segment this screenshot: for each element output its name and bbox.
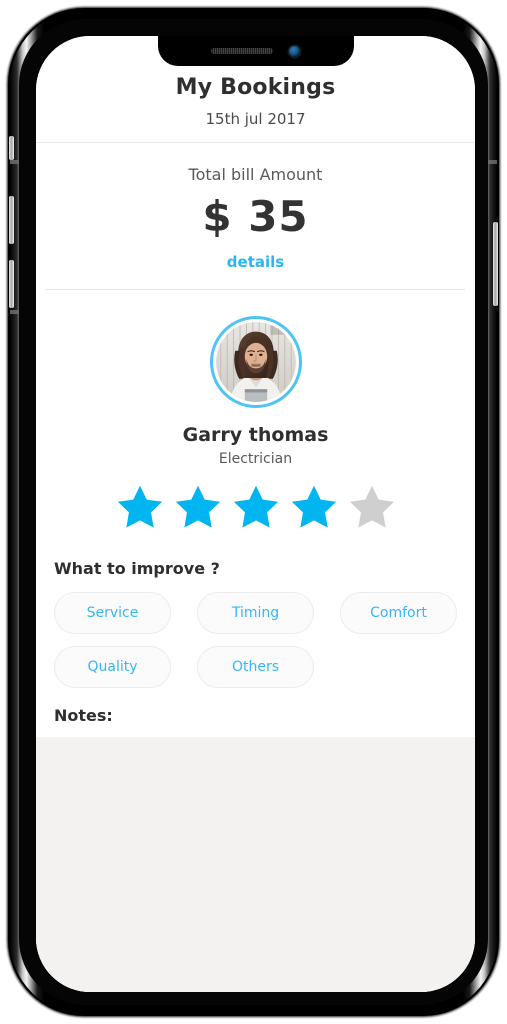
earpiece-speaker-icon xyxy=(211,48,273,54)
notes-input[interactable] xyxy=(36,736,475,992)
page-title: My Bookings xyxy=(175,75,336,100)
booking-review-app: My Bookings 15th jul 2017 Total bill Amo… xyxy=(36,36,475,992)
bill-label: Total bill Amount xyxy=(188,164,323,184)
improve-chip-group: Service Timing Comfort Quality Others xyxy=(54,591,457,688)
avatar[interactable] xyxy=(209,315,302,408)
bill-amount-value: $ 35 xyxy=(202,191,309,241)
rating-star-group[interactable] xyxy=(36,481,475,533)
star-filled-icon[interactable] xyxy=(229,481,283,533)
star-filled-icon[interactable] xyxy=(171,481,225,533)
notes-label: Notes: xyxy=(54,705,113,725)
notes-section: Notes: xyxy=(36,706,475,725)
antenna-band-right-top xyxy=(487,160,497,164)
silence-switch[interactable] xyxy=(9,136,14,160)
device-notch xyxy=(157,36,354,66)
improve-title: What to improve ? xyxy=(54,558,220,578)
volume-down-button[interactable] xyxy=(9,260,14,308)
provider-name: Garry thomas xyxy=(182,423,329,446)
booking-date: 15th jul 2017 xyxy=(205,109,306,128)
phone-screen: My Bookings 15th jul 2017 Total bill Amo… xyxy=(36,36,475,992)
service-provider-section: Garry thomas Electrician xyxy=(36,290,475,537)
bill-summary-section: Total bill Amount $ 35 details xyxy=(36,143,475,289)
improve-chip-quality[interactable]: Quality xyxy=(54,645,171,688)
provider-role: Electrician xyxy=(218,450,293,467)
phone-device-frame: My Bookings 15th jul 2017 Total bill Amo… xyxy=(8,8,499,1016)
star-empty-icon[interactable] xyxy=(345,481,399,533)
front-camera-icon xyxy=(289,45,300,57)
avatar-photo xyxy=(215,321,296,402)
power-button[interactable] xyxy=(493,222,498,306)
improve-chip-comfort[interactable]: Comfort xyxy=(340,591,457,634)
improve-chip-service[interactable]: Service xyxy=(54,591,171,634)
improve-section: What to improve ? Service Timing Comfort Qu… xyxy=(36,537,475,688)
improve-chip-others[interactable]: Others xyxy=(197,645,314,688)
bill-details-link[interactable]: details xyxy=(227,253,284,271)
star-filled-icon[interactable] xyxy=(287,481,341,533)
star-filled-icon[interactable] xyxy=(113,481,167,533)
phone-side-rail: My Bookings 15th jul 2017 Total bill Amo… xyxy=(9,10,498,1014)
improve-chip-timing[interactable]: Timing xyxy=(197,591,314,634)
volume-up-button[interactable] xyxy=(9,196,14,244)
